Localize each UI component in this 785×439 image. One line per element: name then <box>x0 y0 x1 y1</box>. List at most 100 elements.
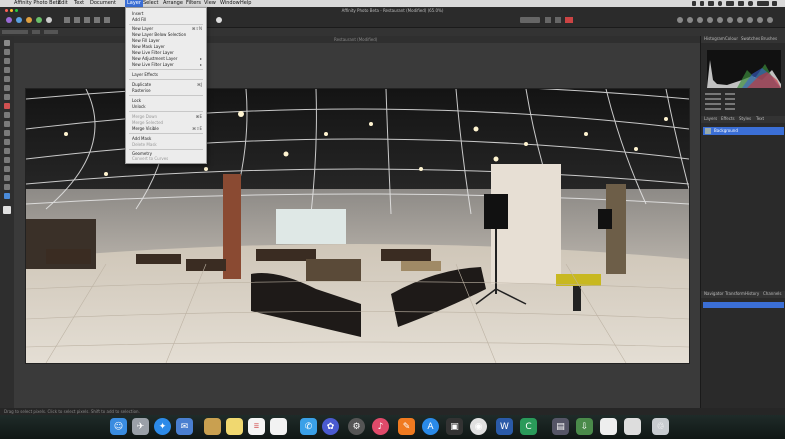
clone-brush-icon[interactable] <box>4 148 10 154</box>
menu-item-new-layer[interactable]: New Layer <box>132 26 153 31</box>
dock-calendar-icon[interactable] <box>270 418 287 435</box>
tab-transform[interactable]: Transform <box>725 291 745 297</box>
view-tool-icon[interactable] <box>4 49 10 55</box>
menubar-filters[interactable]: Filters <box>186 0 201 7</box>
tab-brushes[interactable]: Brushes <box>761 36 777 42</box>
right-toolbar-icons[interactable] <box>520 15 780 25</box>
dock-messages-icon[interactable]: ✆ <box>300 418 317 435</box>
menu-shortcut: ⌘⇧N <box>191 26 202 31</box>
layer-row[interactable]: Background <box>703 127 784 135</box>
tab-styles[interactable]: Styles <box>739 116 751 122</box>
dock-photos-icon[interactable]: ✿ <box>322 418 339 435</box>
menu-item-new-fill-layer[interactable]: New Fill Layer <box>132 38 160 43</box>
healing-brush-icon[interactable] <box>4 157 10 163</box>
layer-name: Background <box>714 128 738 133</box>
menu-shortcut: ⌘J <box>196 82 202 87</box>
dock-safari-icon[interactable]: ✦ <box>154 418 171 435</box>
menu-item-new-mask-layer[interactable]: New Mask Layer <box>132 44 165 49</box>
menu-item-new-live-filter-2[interactable]: New Live Filter Layer <box>132 62 174 67</box>
menu-item-merge-down[interactable]: Merge Down <box>132 114 157 119</box>
dock-desktop-icon[interactable] <box>624 418 641 435</box>
menu-item-duplicate[interactable]: Duplicate <box>132 82 151 87</box>
dodge-brush-icon[interactable] <box>4 139 10 145</box>
menubar-app-name[interactable]: Affinity Photo Beta <box>14 0 61 7</box>
menu-item-layer-effects[interactable]: Layer Effects <box>132 72 158 77</box>
menu-item-merge-selected[interactable]: Merge Selected <box>132 120 163 125</box>
menu-item-unlock[interactable]: Unlock <box>132 104 146 109</box>
dock-launchpad-icon[interactable]: ✈ <box>132 418 149 435</box>
gradient-tool-icon[interactable] <box>4 130 10 136</box>
menu-item-lock[interactable]: Lock <box>132 98 141 103</box>
colour-picker-icon[interactable] <box>4 94 10 100</box>
paint-brush-icon[interactable] <box>4 103 10 109</box>
tab-effects[interactable]: Effects <box>721 116 735 122</box>
dock-settings-icon[interactable]: ⚙ <box>348 418 365 435</box>
dock-contacts-icon[interactable] <box>204 418 221 435</box>
tab-swatches[interactable]: Swatches <box>741 36 760 42</box>
dock-affinity-icon[interactable]: C <box>520 418 537 435</box>
dock-music-icon[interactable]: ♪ <box>372 418 389 435</box>
dock-finder-icon[interactable]: ☺ <box>110 418 127 435</box>
dock-app-store-icon[interactable]: A <box>422 418 439 435</box>
menubar-layer[interactable]: Layer <box>125 0 143 7</box>
history-row-selected[interactable] <box>703 302 784 308</box>
lasso-tool-icon[interactable] <box>4 76 10 82</box>
menu-item-delete-mask[interactable]: Delete Mask <box>132 142 157 147</box>
menu-shortcut: ⌘⇧E <box>192 126 202 131</box>
tab-navigator[interactable]: Navigator <box>704 291 724 297</box>
dock-preview-icon[interactable]: ▣ <box>446 418 463 435</box>
shape-tool-icon[interactable] <box>4 175 10 181</box>
dock-window-icon[interactable]: ▤ <box>552 418 569 435</box>
fill-tool-icon[interactable] <box>4 121 10 127</box>
menu-item-new-adjustment[interactable]: New Adjustment Layer <box>132 56 177 61</box>
menu-item-convert-to-curves[interactable]: Convert to Curves <box>132 156 168 161</box>
tab-channels[interactable]: Channels <box>763 291 782 297</box>
text-tool-icon[interactable] <box>4 184 10 190</box>
menu-item-insert[interactable]: Insert <box>132 11 143 16</box>
move-tool-icon[interactable] <box>4 40 10 46</box>
dock-books-icon[interactable]: ✎ <box>398 418 415 435</box>
dock-chrome-icon[interactable]: ◉ <box>470 418 487 435</box>
dock-downloads-icon[interactable]: ⇩ <box>576 418 593 435</box>
frame-text-icon[interactable] <box>4 193 10 199</box>
selection-tool-icon[interactable] <box>4 67 10 73</box>
menu-item-rasterise[interactable]: Rasterise <box>132 88 151 93</box>
status-bar: Drag to select pixels. Click to select p… <box>0 408 785 415</box>
document-tab[interactable]: Restaurant (Modified) <box>334 36 377 43</box>
tab-history[interactable]: History <box>745 291 759 297</box>
tab-histogram[interactable]: Histogram <box>704 36 725 42</box>
erase-brush-icon[interactable] <box>4 112 10 118</box>
menu-item-add-fill[interactable]: Add Fill <box>132 17 146 22</box>
menubar-help[interactable]: Help <box>240 0 251 7</box>
tab-colour[interactable]: Colour <box>725 36 738 42</box>
context-toolbar-controls[interactable] <box>2 29 62 35</box>
menubar-status-icons <box>690 0 780 7</box>
menubar-edit[interactable]: Edit <box>58 0 68 7</box>
menubar-select[interactable]: Select <box>143 0 158 7</box>
menu-item-merge-visible[interactable]: Merge Visible <box>132 126 159 131</box>
menu-item-new-layer-below[interactable]: New Layer Below Selection <box>132 32 186 37</box>
mac-menubar: Affinity Photo Beta Edit Text Document L… <box>0 0 785 7</box>
dock-notes-icon[interactable] <box>226 418 243 435</box>
context-toolbar <box>0 28 785 36</box>
menu-item-new-live-filter[interactable]: New Live Filter Layer <box>132 50 174 55</box>
layer-menu: Insert Add Fill New Layer ⌘⇧N New Layer … <box>125 7 207 164</box>
crop-tool-icon[interactable] <box>4 58 10 64</box>
menubar-text[interactable]: Text <box>74 0 84 7</box>
menu-item-add-mask[interactable]: Add Mask <box>132 136 151 141</box>
menubar-document[interactable]: Document <box>90 0 116 7</box>
pen-tool-icon[interactable] <box>4 166 10 172</box>
flood-select-icon[interactable] <box>4 85 10 91</box>
tab-text-styles[interactable]: Text <box>756 116 764 122</box>
menubar-window[interactable]: Window <box>220 0 240 7</box>
dock-documents-icon[interactable] <box>600 418 617 435</box>
tab-layers[interactable]: Layers <box>704 116 717 122</box>
dock-reminders-icon[interactable]: ☰ <box>248 418 265 435</box>
colour-swatch-icon[interactable] <box>3 206 11 214</box>
histogram-info <box>705 92 781 114</box>
dock-trash-icon[interactable]: ♲ <box>652 418 669 435</box>
dock-word-icon[interactable]: W <box>496 418 513 435</box>
menubar-view[interactable]: View <box>204 0 216 7</box>
menubar-arrange[interactable]: Arrange <box>163 0 183 7</box>
dock-mail-icon[interactable]: ✉ <box>176 418 193 435</box>
